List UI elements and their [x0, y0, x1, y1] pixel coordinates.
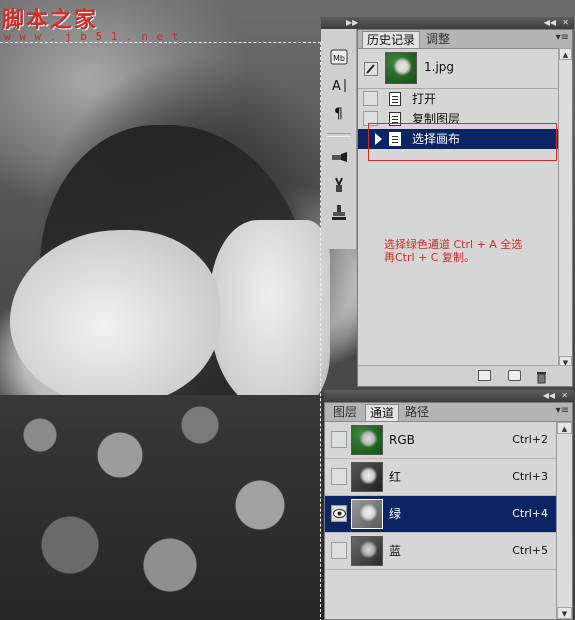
tab-paths[interactable]: 路径: [401, 404, 433, 421]
panel-menu-icon[interactable]: ▾≡: [556, 32, 569, 43]
visibility-toggle[interactable]: [331, 431, 347, 448]
tab-channels[interactable]: 通道: [365, 404, 400, 421]
create-snapshot-icon[interactable]: [508, 370, 521, 381]
history-item-label: 打开: [412, 92, 437, 106]
channel-row-rgb[interactable]: RGB Ctrl+2: [325, 422, 556, 459]
character-icon[interactable]: A: [329, 75, 349, 95]
collapse-icon[interactable]: ◀◀: [543, 390, 555, 402]
channel-row-blue[interactable]: 蓝 Ctrl+5: [325, 533, 556, 570]
marquee-selection: [0, 42, 321, 620]
visibility-toggle[interactable]: [331, 468, 347, 485]
channel-thumbnail: [351, 425, 383, 455]
history-item[interactable]: 打开: [358, 89, 558, 109]
tutorial-annotation: 选择绿色通道 Ctrl + A 全选 再Ctrl + C 复制。: [384, 238, 523, 264]
channels-panel: 图层 通道 路径 ▾≡ RGB Ctrl+2 红 Ctrl+3 绿 Ctrl+4…: [324, 402, 573, 620]
brush-presets-icon[interactable]: [329, 147, 349, 167]
channel-name: 红: [389, 470, 402, 484]
expand-icon[interactable]: ▶▶: [346, 17, 358, 29]
new-document-from-state-icon[interactable]: [478, 370, 491, 381]
dock-tool-icons: Mb A ¶: [321, 29, 357, 249]
channel-row-green[interactable]: 绿 Ctrl+4: [325, 496, 556, 533]
scroll-up-icon[interactable]: ▲: [559, 48, 572, 60]
channel-thumbnail: [351, 536, 383, 566]
eye-icon: [332, 509, 346, 518]
panel-menu-icon[interactable]: ▾≡: [556, 405, 569, 416]
history-state-icon: [389, 92, 401, 106]
snapshot-brush-icon[interactable]: [364, 61, 378, 76]
visibility-toggle[interactable]: [331, 542, 347, 559]
channel-thumbnail: [351, 462, 383, 492]
channels-scrollbar[interactable]: ▲ ▼: [556, 422, 572, 619]
channel-row-red[interactable]: 红 Ctrl+3: [325, 459, 556, 496]
channels-tabs: 图层 通道 路径 ▾≡: [325, 403, 572, 422]
history-bottom-bar: [358, 365, 572, 386]
channel-shortcut: Ctrl+3: [512, 470, 548, 483]
tab-layers[interactable]: 图层: [329, 404, 361, 421]
channel-name: RGB: [389, 433, 415, 447]
snapshot-thumbnail: [385, 52, 417, 84]
paragraph-icon[interactable]: ¶: [329, 103, 349, 123]
close-icon[interactable]: ✕: [561, 390, 568, 402]
collapse-icon[interactable]: ◀◀: [544, 17, 556, 29]
svg-text:A: A: [332, 79, 341, 94]
history-panel: 历史记录 调整 ▾≡ 1.jpg 打开 复制图层 选择画布 选择绿色通道 Ctr…: [357, 29, 573, 387]
scroll-down-icon[interactable]: ▼: [557, 607, 572, 619]
history-source-checkbox[interactable]: [363, 91, 378, 106]
trash-icon[interactable]: [536, 369, 547, 384]
watermark-url: w w w . j b 5 1 . n e t: [4, 30, 180, 43]
highlight-box: [368, 123, 557, 161]
tab-history[interactable]: 历史记录: [362, 31, 421, 48]
close-icon[interactable]: ✕: [562, 17, 569, 29]
channels-dock-titlebar[interactable]: ◀◀ ✕: [324, 390, 573, 402]
scroll-up-icon[interactable]: ▲: [557, 422, 572, 434]
site-watermark: 脚本之家 w w w . j b 5 1 . n e t: [0, 0, 178, 44]
svg-text:¶: ¶: [334, 106, 343, 122]
channel-shortcut: Ctrl+4: [512, 507, 548, 520]
visibility-toggle[interactable]: [331, 505, 347, 522]
snapshot-name: 1.jpg: [424, 60, 455, 74]
tools-divider: [327, 133, 351, 137]
channel-name: 绿: [389, 507, 402, 521]
channel-thumbnail: [351, 499, 383, 529]
tab-adjustments[interactable]: 调整: [422, 31, 454, 48]
history-scrollbar[interactable]: ▲ ▼: [558, 48, 572, 368]
svg-text:Mb: Mb: [333, 54, 345, 63]
clone-source-icon[interactable]: [329, 203, 349, 223]
mini-bridge-icon[interactable]: Mb: [329, 47, 349, 67]
channel-shortcut: Ctrl+5: [512, 544, 548, 557]
channel-shortcut: Ctrl+2: [512, 433, 548, 446]
history-dock-titlebar[interactable]: ▶▶ ◀◀ ✕: [321, 17, 574, 29]
channel-name: 蓝: [389, 544, 402, 558]
history-tabs: 历史记录 调整 ▾≡: [358, 30, 572, 49]
history-snapshot-row[interactable]: 1.jpg: [358, 50, 558, 89]
brush-icon[interactable]: [329, 175, 349, 195]
